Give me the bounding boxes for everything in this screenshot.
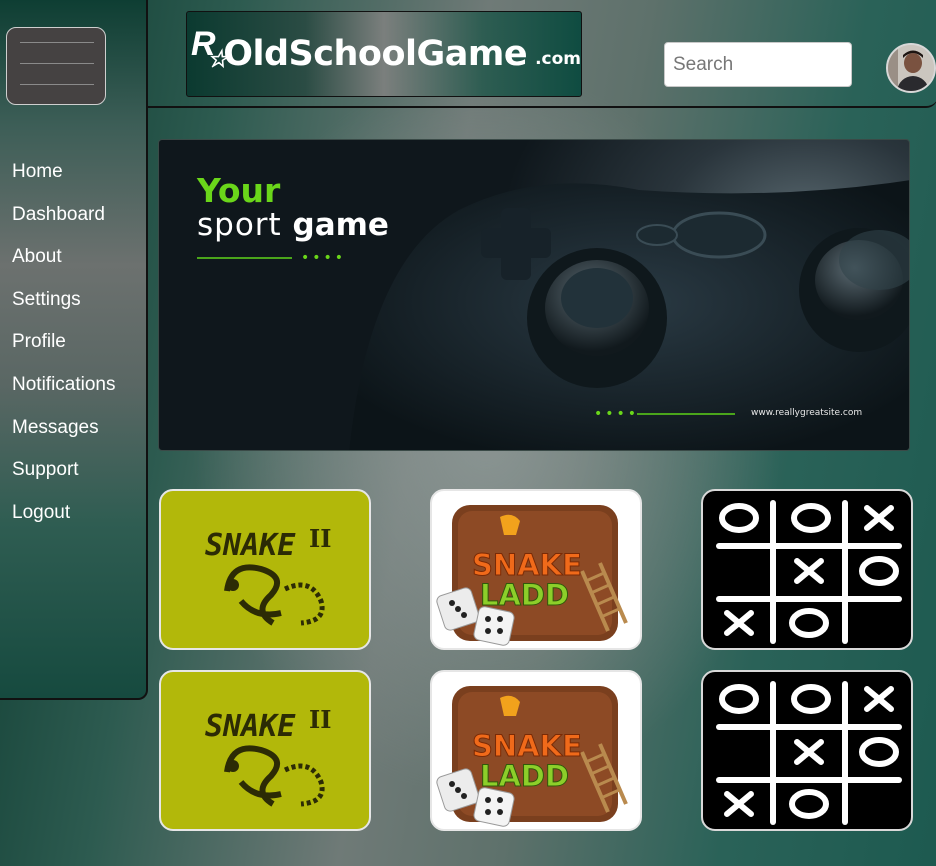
- sidebar-item-support[interactable]: Support: [12, 456, 116, 499]
- banner-divider: [197, 257, 292, 259]
- banner-word-sport: sport: [197, 207, 282, 243]
- snake-ii-art: SNAKE II: [205, 705, 331, 807]
- snake-ladder-title-1: SNAKE: [472, 548, 582, 582]
- snake-roman: II: [309, 705, 331, 734]
- sidebar-item-logout[interactable]: Logout: [12, 499, 116, 542]
- menu-line: [20, 84, 94, 85]
- snake-ladder-title-1: SNAKE: [472, 729, 582, 763]
- menu-line: [20, 42, 94, 43]
- sidebar-item-dashboard[interactable]: Dashboard: [12, 201, 116, 244]
- snake-ii-art: SNAKE II: [205, 524, 331, 626]
- sidebar-item-messages[interactable]: Messages: [12, 414, 116, 457]
- game-card-snake-ii[interactable]: SNAKE II: [159, 670, 371, 831]
- sidebar: Home Dashboard About Settings Profile No…: [0, 0, 148, 700]
- sidebar-item-settings[interactable]: Settings: [12, 286, 116, 329]
- banner-line-1: Your: [197, 171, 281, 210]
- menu-line: [20, 63, 94, 64]
- game-card-tic-tac-toe[interactable]: [701, 670, 913, 831]
- logo-suffix: .com: [535, 49, 581, 69]
- snake-ladder-art: SNAKE LADD: [436, 505, 628, 646]
- sidebar-item-notifications[interactable]: Notifications: [12, 371, 116, 414]
- tic-tac-toe-art: [716, 500, 902, 644]
- banner-line-2: sport game: [197, 208, 389, 242]
- banner-url: www.reallygreatsite.com: [751, 408, 863, 418]
- sidebar-item-profile[interactable]: Profile: [12, 328, 116, 371]
- logo-mark: R ☆: [191, 25, 229, 79]
- hamburger-menu-icon[interactable]: [6, 27, 106, 105]
- tic-tac-toe-art: [716, 681, 902, 825]
- snake-ladder-title-2: LADD: [480, 759, 569, 793]
- user-avatar-icon[interactable]: [886, 43, 936, 93]
- sidebar-nav: Home Dashboard About Settings Profile No…: [12, 158, 116, 541]
- star-icon: ☆: [207, 46, 229, 73]
- snake-title: SNAKE: [205, 709, 296, 744]
- site-logo[interactable]: R ☆ OldSchoolGame .com: [186, 11, 582, 97]
- search-input[interactable]: [664, 42, 852, 87]
- sidebar-item-home[interactable]: Home: [12, 158, 116, 201]
- snake-ladder-art: SNAKE LADD: [436, 686, 628, 827]
- snake-title: SNAKE: [205, 528, 296, 563]
- avatar-photo: [888, 45, 934, 91]
- banner-dots: ••••: [301, 250, 347, 266]
- banner-word-game: game: [292, 207, 389, 243]
- banner-dots-bottom: ••••: [594, 406, 640, 422]
- game-card-snake-ladder[interactable]: SNAKE LADD: [430, 670, 642, 831]
- game-card-snake-ii[interactable]: SNAKE II: [159, 489, 371, 650]
- snake-roman: II: [309, 524, 331, 553]
- top-header: R ☆ OldSchoolGame .com: [148, 0, 936, 108]
- logo-name: OldSchoolGame: [223, 34, 528, 74]
- sidebar-item-about[interactable]: About: [12, 243, 116, 286]
- hero-banner[interactable]: Your sport game •••• •••• www.reallygrea…: [158, 139, 910, 451]
- snake-ladder-title-2: LADD: [480, 578, 569, 612]
- banner-headline: Your sport game: [197, 171, 389, 243]
- game-card-tic-tac-toe[interactable]: [701, 489, 913, 650]
- banner-divider-bottom: [637, 413, 735, 415]
- game-card-snake-ladder[interactable]: SNAKE LADD: [430, 489, 642, 650]
